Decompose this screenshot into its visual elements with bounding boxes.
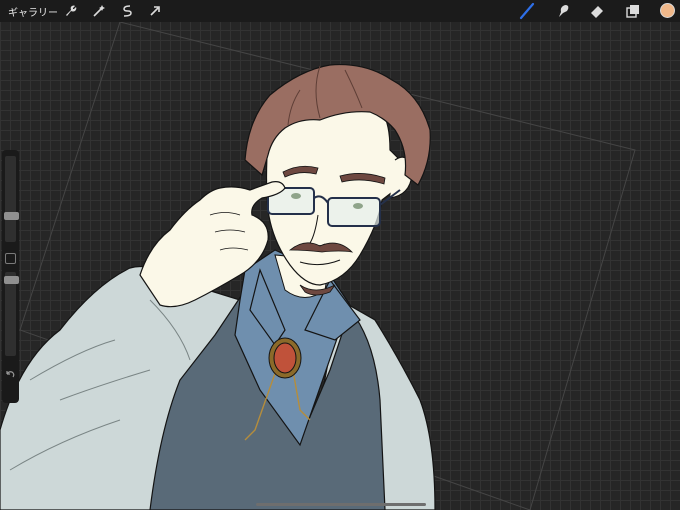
top-toolbar: ギャラリー (0, 0, 680, 22)
artwork-canvas[interactable] (0, 0, 680, 510)
smudge-icon[interactable] (554, 2, 572, 20)
layers-icon[interactable] (624, 2, 642, 20)
brush-size-thumb[interactable] (4, 212, 19, 220)
transform-arrow-icon[interactable] (146, 2, 164, 20)
opacity-thumb[interactable] (4, 276, 19, 284)
gallery-button[interactable]: ギャラリー (8, 4, 58, 19)
magic-wand-icon[interactable] (90, 2, 108, 20)
brush-size-slider[interactable] (4, 156, 19, 242)
modify-button[interactable] (5, 253, 16, 264)
undo-icon[interactable] (4, 366, 17, 379)
brush-icon[interactable] (518, 2, 536, 20)
opacity-slider[interactable] (4, 272, 19, 356)
wrench-icon[interactable] (61, 2, 79, 20)
selection-icon[interactable] (118, 2, 136, 20)
left-sidebar (2, 150, 19, 403)
eraser-icon[interactable] (588, 2, 606, 20)
home-indicator[interactable] (256, 503, 426, 506)
color-picker-swatch[interactable] (660, 3, 675, 18)
